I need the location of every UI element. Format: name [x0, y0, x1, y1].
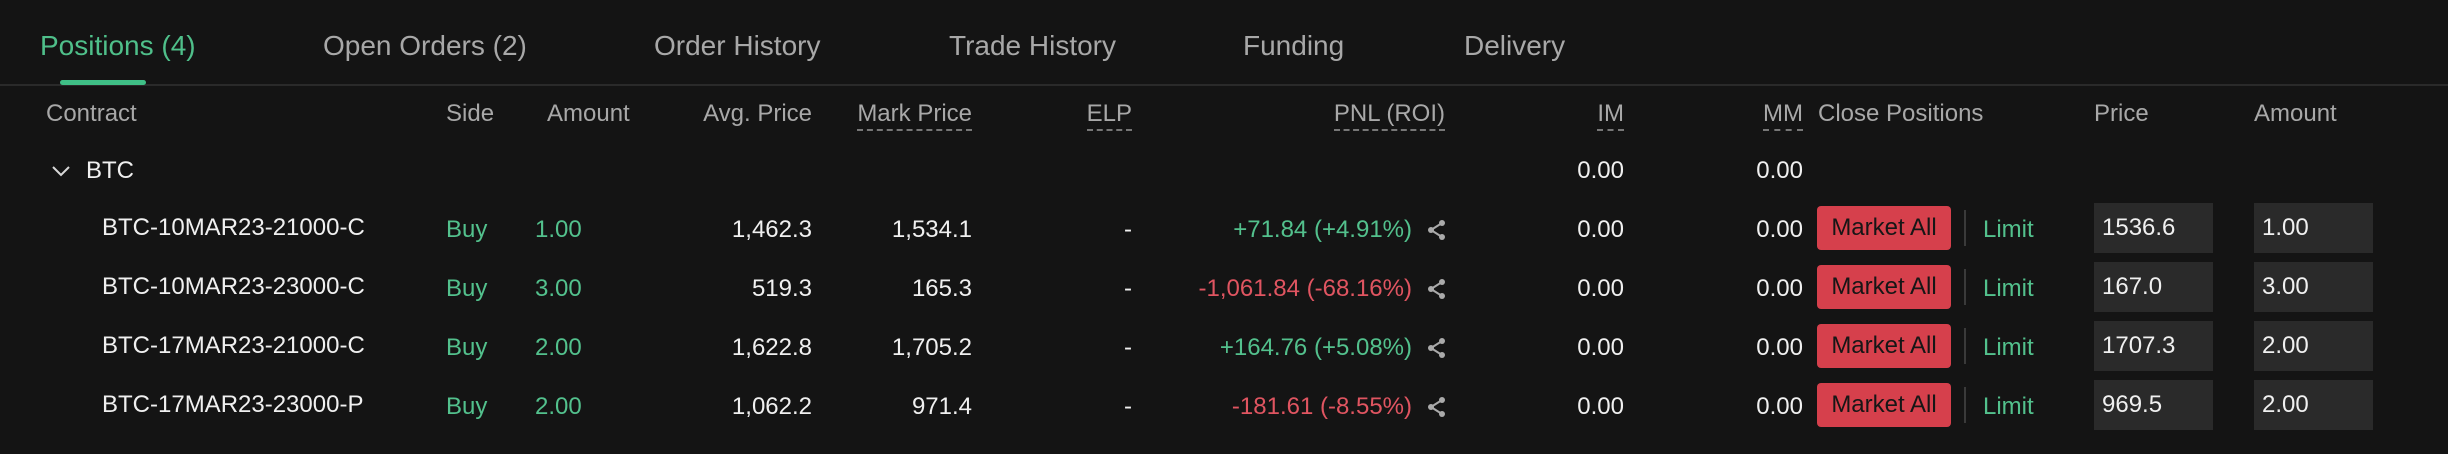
- row-mm: 0.00: [1756, 216, 1803, 243]
- header-elp[interactable]: ELP: [932, 100, 1132, 131]
- limit-button[interactable]: Limit: [1983, 334, 2034, 362]
- header-pnl-roi[interactable]: PNL (ROI): [1245, 100, 1445, 131]
- header-close-positions: Close Positions: [1818, 100, 1984, 127]
- row-amount: 2.00: [535, 334, 582, 361]
- tab-open-orders[interactable]: Open Orders (2): [323, 30, 527, 62]
- limit-button[interactable]: Limit: [1983, 275, 2034, 303]
- group-im: 0.00: [1577, 157, 1624, 184]
- row-mm: 0.00: [1756, 334, 1803, 361]
- active-tab-indicator: [60, 80, 146, 85]
- price-input[interactable]: [2094, 262, 2213, 312]
- market-all-button[interactable]: Market All: [1817, 206, 1951, 250]
- chevron-down-icon[interactable]: [50, 160, 72, 182]
- amount-input[interactable]: [2254, 262, 2373, 312]
- row-amount: 3.00: [535, 275, 582, 302]
- header-price: Price: [2094, 100, 2149, 127]
- tab-order-history[interactable]: Order History: [654, 30, 820, 62]
- row-contract: BTC-10MAR23-23000-C: [102, 273, 365, 300]
- row-im: 0.00: [1577, 216, 1624, 243]
- row-contract: BTC-17MAR23-21000-C: [102, 332, 365, 359]
- button-divider: [1964, 269, 1966, 305]
- row-side: Buy: [446, 275, 488, 302]
- row-pnl: +71.84 (+4.91%): [1233, 216, 1412, 243]
- header-contract: Contract: [46, 100, 137, 127]
- row-mm: 0.00: [1756, 275, 1803, 302]
- row-side: Buy: [446, 334, 488, 361]
- row-contract: BTC-10MAR23-21000-C: [102, 214, 365, 241]
- limit-button[interactable]: Limit: [1983, 393, 2034, 421]
- header-mm-label: MM: [1763, 100, 1803, 131]
- header-side: Side: [446, 100, 495, 127]
- group-mm: 0.00: [1756, 157, 1803, 184]
- row-im: 0.00: [1577, 275, 1624, 302]
- button-divider: [1964, 328, 1966, 364]
- row-pnl: -181.61 (-8.55%): [1231, 393, 1412, 420]
- market-all-button[interactable]: Market All: [1817, 383, 1951, 427]
- amount-input[interactable]: [2254, 380, 2373, 430]
- price-input[interactable]: [2094, 203, 2213, 253]
- tab-delivery[interactable]: Delivery: [1464, 30, 1565, 62]
- header-im[interactable]: IM: [1424, 100, 1624, 131]
- row-mm: 0.00: [1756, 393, 1803, 420]
- button-divider: [1964, 210, 1966, 246]
- row-im: 0.00: [1577, 334, 1624, 361]
- price-input[interactable]: [2094, 321, 2213, 371]
- row-amount: 1.00: [535, 216, 582, 243]
- row-side: Buy: [446, 216, 488, 243]
- tab-positions[interactable]: Positions (4): [40, 30, 196, 62]
- row-side: Buy: [446, 393, 488, 420]
- row-pnl: -1,061.84 (-68.16%): [1198, 275, 1412, 302]
- tab-trade-history[interactable]: Trade History: [949, 30, 1116, 62]
- limit-button[interactable]: Limit: [1983, 216, 2034, 244]
- tab-funding[interactable]: Funding: [1243, 30, 1344, 62]
- row-amount: 2.00: [535, 393, 582, 420]
- header-close-amount: Amount: [2254, 100, 2337, 127]
- header-mm[interactable]: MM: [1603, 100, 1803, 131]
- amount-input[interactable]: [2254, 321, 2373, 371]
- tab-bar: Positions (4) Open Orders (2) Order Hist…: [0, 0, 2448, 86]
- row-im: 0.00: [1577, 393, 1624, 420]
- row-contract: BTC-17MAR23-23000-P: [102, 391, 364, 418]
- group-name: BTC: [86, 157, 134, 184]
- market-all-button[interactable]: Market All: [1817, 324, 1951, 368]
- header-elp-label: ELP: [1086, 100, 1132, 131]
- market-all-button[interactable]: Market All: [1817, 265, 1951, 309]
- price-input[interactable]: [2094, 380, 2213, 430]
- amount-input[interactable]: [2254, 203, 2373, 253]
- button-divider: [1964, 387, 1966, 423]
- row-pnl: +164.76 (+5.08%): [1219, 334, 1412, 361]
